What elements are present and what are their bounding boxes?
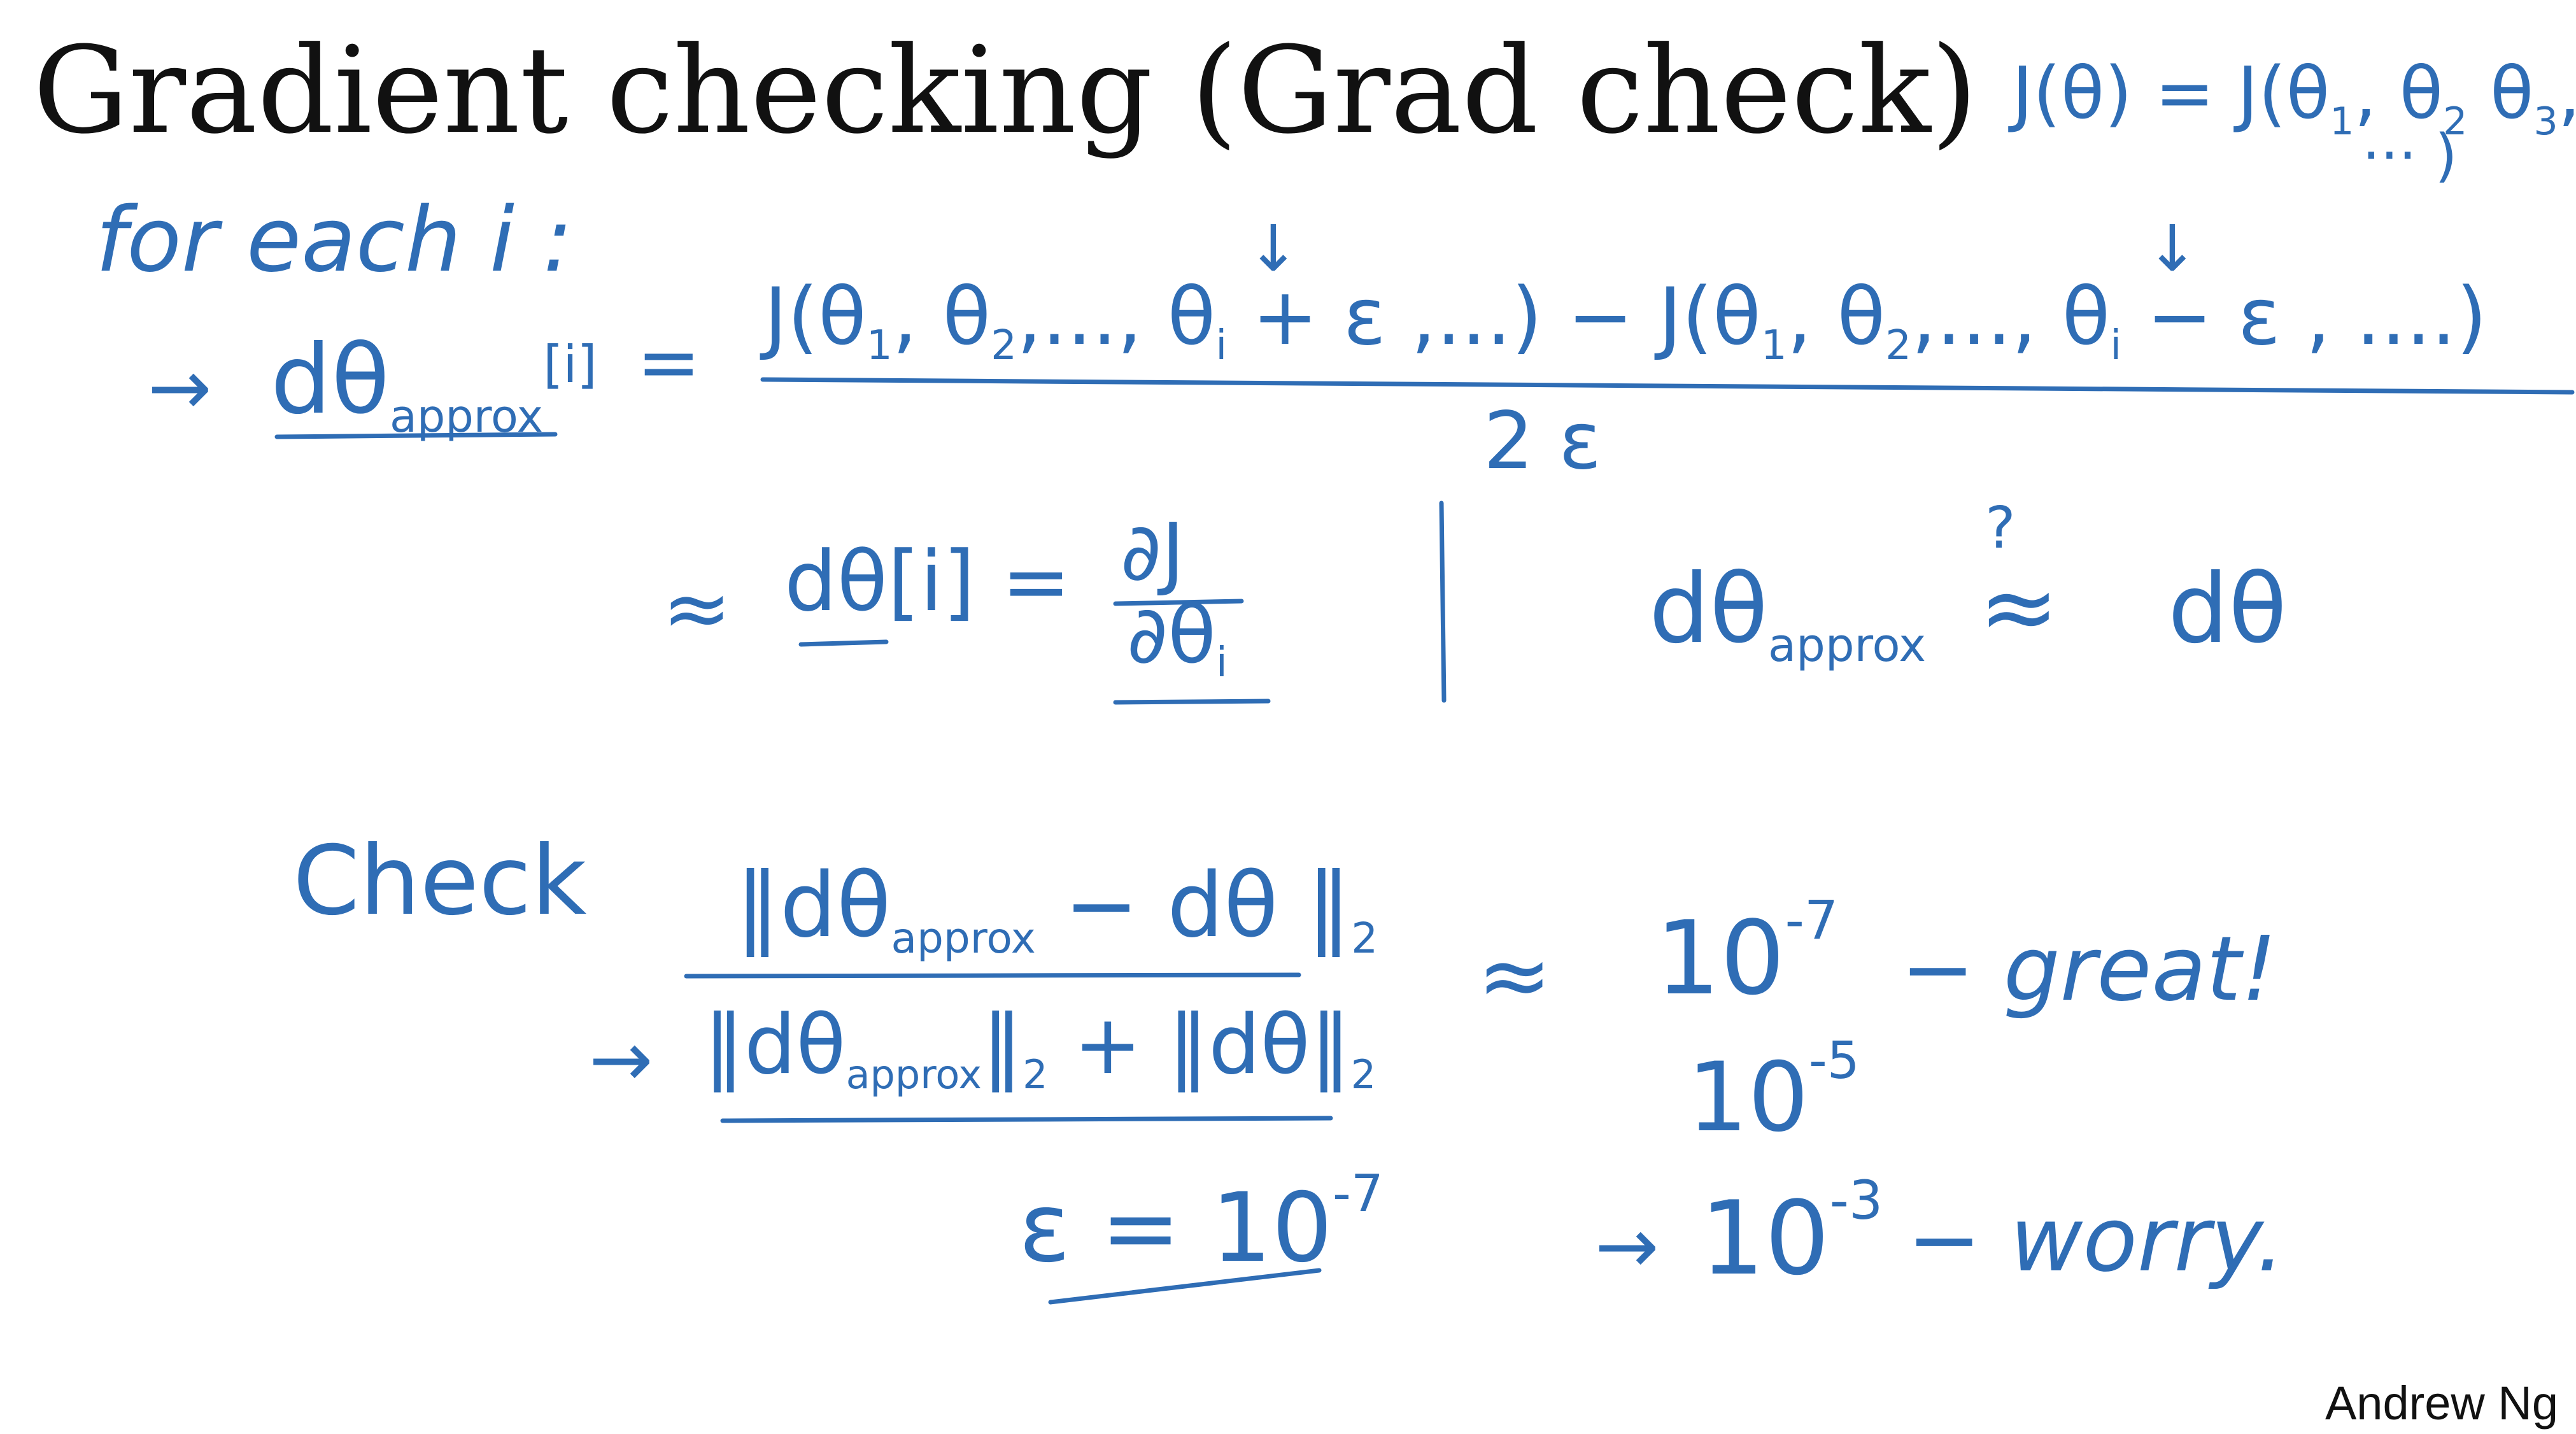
cost-definition: J(θ) = J(θ1, θ2 θ3,	[2008, 52, 2576, 144]
epsilon-value: ε = 10-7	[1019, 1164, 1384, 1284]
check-label: Check	[293, 826, 587, 937]
equals-sign: =	[637, 318, 701, 407]
underline	[274, 432, 558, 439]
author-credit: Andrew Ng	[2325, 1377, 2558, 1430]
fraction-bar	[684, 972, 1301, 979]
right-arrow-icon: →	[148, 344, 212, 432]
fraction-bar	[760, 377, 2575, 395]
approx-symbol: ≈	[662, 560, 732, 657]
approx-symbol: ≈	[1979, 552, 2059, 663]
right-arrow-icon: →	[589, 1016, 653, 1104]
compare-right: dθ	[2168, 554, 2287, 665]
difference-numerator: J(θ1, θ2,..., θi + ε ,...) − J(θ1, θ2,..…	[760, 271, 2487, 369]
right-arrow-icon: →	[1595, 1202, 1659, 1291]
compare-left: dθapprox	[1649, 554, 1926, 672]
underline	[1113, 699, 1271, 705]
result-row-1: 10-7	[1655, 889, 1838, 1018]
partial-derivative-numerator: ∂J	[1121, 507, 1185, 599]
partial-derivative-denominator: ∂θi	[1127, 590, 1228, 686]
underline	[798, 639, 889, 647]
result-row-2: 10-5	[1687, 1031, 1860, 1153]
underline	[720, 1116, 1333, 1123]
result-great-note: − great!	[1900, 918, 2277, 1021]
check-denominator: ‖dθapprox‖2 + ‖dθ‖2	[704, 998, 1376, 1098]
divider	[1439, 500, 1447, 703]
check-numerator: ‖dθapprox − dθ ‖2	[735, 854, 1378, 963]
derivative-label: dθ[i] =	[784, 533, 1071, 630]
approx-symbol: ≈	[1477, 924, 1552, 1028]
approx-gradient-label: dθapprox[i]	[271, 325, 597, 443]
result-row-3: 10-3	[1700, 1169, 1883, 1298]
lecture-slide: Gradient checking (Grad check) J(θ) = J(…	[0, 0, 2576, 1434]
difference-denominator: 2 ε	[1483, 395, 1601, 487]
cost-definition-continuation: ··· )	[2362, 122, 2458, 189]
result-worry-note: − worry.	[1907, 1188, 2285, 1292]
loop-header: for each i :	[96, 188, 573, 292]
handwritten-notes: J(θ) = J(θ1, θ2 θ3, ··· ) for each i : ↓…	[96, 52, 2576, 1305]
